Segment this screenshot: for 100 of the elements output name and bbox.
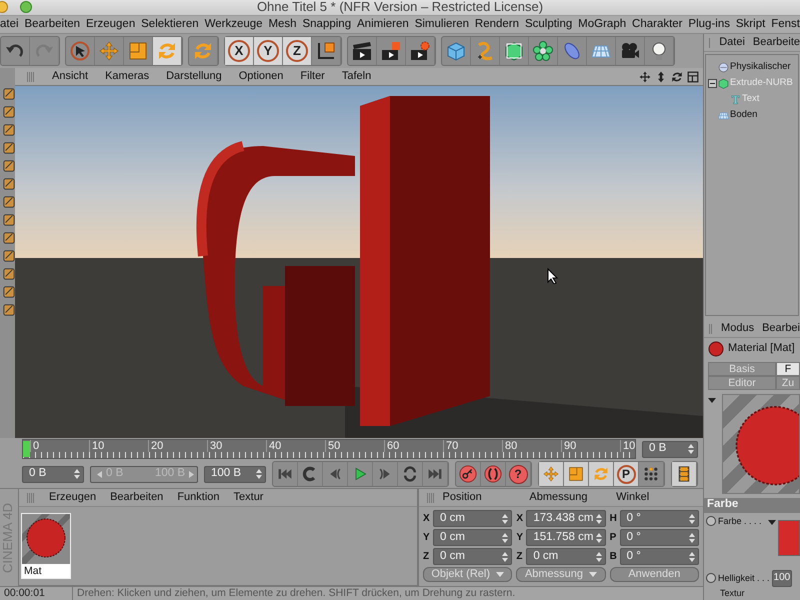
scale-icon	[128, 41, 148, 61]
menu-item[interactable]: Erzeugen	[86, 18, 136, 32]
timeline-ruler[interactable]: 0 10 20 30 40 50 60 70 80 90 10	[22, 439, 636, 459]
menu-item[interactable]: Bearbeiten	[110, 490, 164, 504]
spinner-icon	[74, 469, 80, 479]
menu-item[interactable]: Bearbei	[762, 322, 800, 336]
menu-item[interactable]: Selektieren	[141, 18, 199, 32]
window-zoom-button[interactable]	[20, 1, 32, 13]
axis-toggle-button[interactable]: Z	[283, 37, 312, 65]
material-ball-icon	[708, 341, 724, 357]
brightness-field[interactable]: 100	[772, 570, 792, 586]
frame-label: 40	[266, 440, 325, 452]
menu-item[interactable]: Filter	[300, 70, 325, 84]
tool-icon	[3, 124, 15, 136]
ellipse-icon	[562, 41, 582, 61]
tool-icon	[3, 304, 15, 316]
tab[interactable]: F	[776, 362, 800, 376]
rotate-button[interactable]	[589, 462, 614, 486]
menu-item[interactable]: Mesh	[268, 18, 297, 32]
menu-item[interactable]: Snapping	[302, 18, 352, 32]
spinner-icon	[256, 469, 262, 479]
start-frame-field[interactable]: 0 B	[22, 466, 84, 482]
menu-item[interactable]: Animieren	[357, 18, 409, 32]
menu-item[interactable]: Bearbeite	[752, 36, 800, 50]
tool-icon	[3, 88, 15, 100]
menu-item[interactable]: Datei	[719, 36, 745, 50]
menu-item[interactable]: Simulieren	[414, 18, 470, 32]
axis-toggle-button[interactable]: Y	[254, 37, 283, 65]
color-swatch[interactable]	[778, 520, 800, 556]
menu-item[interactable]: Rendern	[474, 18, 520, 32]
grip-handle[interactable]	[427, 492, 435, 502]
material-sphere-preview	[22, 514, 70, 564]
axis-label: Z	[516, 550, 524, 562]
coordinate-field[interactable]: 0 °	[620, 548, 699, 565]
menu-item[interactable]: Ansicht	[52, 70, 88, 84]
status-message: Drehen: Klicken und ziehen, um Elemente zu drehen. SHIFT drücken, um Drehung zu rastern.	[72, 587, 516, 600]
material-thumbnail[interactable]: Mat	[21, 513, 71, 579]
object-name[interactable]: Physikalischer	[730, 61, 791, 73]
menu-item[interactable]: Skript	[736, 18, 766, 32]
coordinate-field[interactable]: 0 cm	[526, 548, 606, 565]
clapperboard-icon	[381, 41, 401, 61]
radio-button[interactable]	[706, 516, 716, 526]
end-frame-field[interactable]: 100 B	[204, 466, 266, 482]
frame-label: 70	[443, 440, 502, 452]
menu-item[interactable]: Tafeln	[342, 70, 372, 84]
coordinate-field[interactable]: 0 °	[620, 510, 699, 527]
grip-handle[interactable]	[27, 492, 35, 502]
object-name[interactable]: Boden	[730, 109, 758, 121]
grip-handle[interactable]	[27, 72, 35, 82]
menu-item[interactable]: Modus	[721, 322, 754, 336]
menu-item[interactable]: Werkzeuge	[204, 18, 263, 32]
menu-item[interactable]: Textur	[234, 490, 264, 504]
move-arrows-button[interactable]	[539, 462, 564, 486]
spinner-icon	[689, 514, 695, 524]
menu-item[interactable]: Erzeugen	[49, 490, 96, 504]
rotate-button[interactable]	[153, 37, 182, 65]
attribute-title: Material [Mat]	[728, 342, 795, 356]
skip-end-icon	[427, 466, 443, 482]
coordinate-field[interactable]: 0 cm	[433, 548, 512, 565]
caret-icon	[768, 520, 776, 525]
axis-label: Y	[423, 532, 431, 544]
spline-icon	[475, 41, 495, 61]
frame-label: 50	[325, 440, 384, 452]
menu-item[interactable]: atei	[0, 18, 19, 32]
tool-icon	[3, 286, 15, 298]
frame-label: 90	[561, 440, 620, 452]
menu-item[interactable]: Optionen	[238, 70, 284, 84]
rotate-icon	[593, 466, 609, 482]
radio-button[interactable]	[706, 573, 716, 583]
sphere-icon	[718, 62, 729, 72]
axis-toggle-button[interactable]: X	[225, 37, 254, 65]
coordinate-field[interactable]: 0 °	[620, 529, 699, 546]
menu-item[interactable]: Bearbeiten	[24, 18, 80, 32]
menu-item[interactable]: Fenst	[771, 18, 800, 32]
menu-item[interactable]: MoGraph	[578, 18, 626, 32]
menu-item[interactable]: Charakter	[632, 18, 683, 32]
frame-field[interactable]: 0 B	[642, 440, 698, 458]
coordinate-field[interactable]: 0 cm	[433, 510, 512, 527]
spinner-icon	[688, 444, 694, 454]
coordinate-field[interactable]: 173.438 cm	[526, 510, 606, 527]
menu-item[interactable]: Kameras	[105, 70, 150, 84]
menu-item[interactable]: Darstellung	[166, 70, 222, 84]
scale-button[interactable]	[564, 462, 589, 486]
move-arrows-icon	[543, 466, 559, 482]
rotate-icon	[671, 70, 683, 82]
menu-item[interactable]: Funktion	[177, 490, 220, 504]
grip-handle[interactable]	[709, 38, 712, 48]
arrow-right-icon	[189, 470, 194, 478]
menu-item[interactable]: Plug-ins	[688, 18, 730, 32]
tool-icon	[3, 160, 15, 172]
parameter-button[interactable]: P	[614, 462, 639, 486]
nurbs-cube-icon	[718, 78, 729, 88]
spinner-icon	[689, 552, 695, 562]
column-header: Abmessung	[529, 490, 588, 504]
coordinate-field[interactable]: 0 cm	[433, 529, 512, 546]
menu-item[interactable]: Sculpting	[524, 18, 572, 32]
collapse-toggle-icon	[708, 78, 717, 88]
coordinate-field[interactable]: 151.758 cm	[526, 529, 606, 546]
film-strip-icon	[676, 466, 692, 482]
axis-label: X	[423, 512, 431, 524]
